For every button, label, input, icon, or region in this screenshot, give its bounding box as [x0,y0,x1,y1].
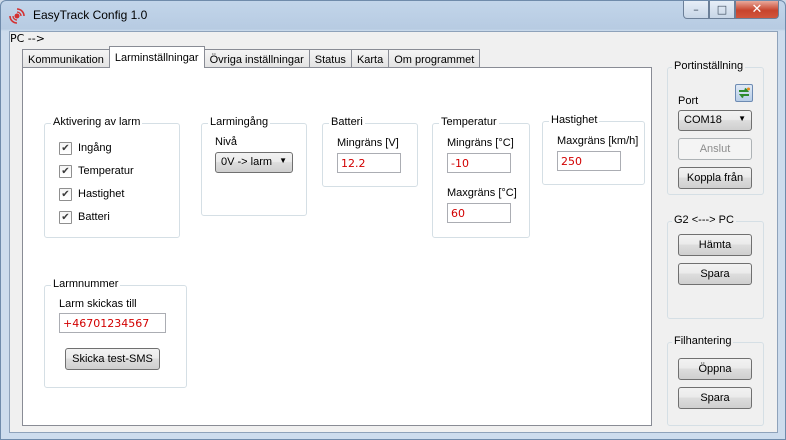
level-select-value: 0V -> larm [221,156,273,168]
alarm-sent-to-label: Larm skickas till [59,298,137,310]
temperature-max-input[interactable]: 60 [447,203,511,223]
checkbox-hastighet[interactable]: ✔ [59,188,72,201]
refresh-arrows-icon [738,87,750,99]
tab-larminstallningar[interactable]: Larminställningar [108,46,205,68]
checkbox-label[interactable]: Hastighet [78,188,124,200]
group-title: Larmnummer [51,278,121,290]
refresh-ports-icon[interactable] [735,84,753,102]
temperature-max-label: Maxgräns [°C] [447,187,517,199]
group-title: Batteri [329,116,365,128]
tab-strip: Kommunikation Larminställningar Övriga i… [22,46,481,68]
level-select[interactable]: 0V -> larm ▼ [215,152,293,173]
speed-max-label: Maxgräns [km/h] [557,135,639,147]
connect-button[interactable]: Anslut [678,138,752,160]
phone-number-input[interactable]: +46701234567 [59,313,166,333]
group-title: Filhantering [672,335,734,347]
alarm-input-group: Larmingång Nivå 0V -> larm ▼ [201,116,307,216]
tab-status[interactable]: Status [308,49,352,68]
battery-min-label: Mingräns [V] [337,137,399,149]
group-title: Larmingång [208,116,271,128]
group-title: G2 <---> PC [672,214,736,226]
temperature-min-label: Mingräns [°C] [447,137,514,149]
chevron-down-icon: ▼ [738,114,746,123]
caption-buttons: – □ ✕ [683,1,779,21]
save-to-device-button[interactable]: Spara [678,263,752,285]
tab-karta[interactable]: Karta [350,49,390,68]
device-sync-group: G2 <---> PC Hämta Spara [667,214,764,319]
maximize-button[interactable]: □ [709,1,735,19]
temperature-group: Temperatur Mingräns [°C] -10 Maxgräns [°… [432,116,530,238]
port-label: Port [678,95,699,107]
client-area: Kommunikation Larminställningar Övriga i… [9,31,778,433]
close-button[interactable]: ✕ [735,1,779,19]
level-label: Nivå [215,136,238,148]
checkbox-ingang[interactable]: ✔ [59,142,72,155]
alarm-number-group: Larmnummer Larm skickas till +4670123456… [44,278,187,388]
speed-max-input[interactable]: 250 [557,151,621,171]
checkbox-label[interactable]: Ingång [78,142,112,154]
save-file-button[interactable]: Spara [678,387,752,409]
group-title: Temperatur [439,116,499,128]
port-settings-group: Portinställning Port COM18 ▼ Anslut Kopp… [667,60,764,195]
window-title: EasyTrack Config 1.0 [33,8,148,22]
battery-group: Batteri Mingräns [V] 12.2 [322,116,418,187]
minimize-button[interactable]: – [683,1,709,19]
alarm-activation-group: Aktivering av larm ✔ Ingång ✔ Temperatur… [44,116,180,238]
checkbox-label[interactable]: Temperatur [78,165,134,177]
file-handling-group: Filhantering Öppna Spara [667,335,764,426]
checkbox-label[interactable]: Batteri [78,211,110,223]
open-file-button[interactable]: Öppna [678,358,752,380]
checkbox-temperatur[interactable]: ✔ [59,165,72,178]
group-title: Aktivering av larm [51,116,143,128]
tab-ovriga-installningar[interactable]: Övriga inställningar [203,49,310,68]
alarm-settings-panel: Aktivering av larm ✔ Ingång ✔ Temperatur… [22,67,652,426]
fetch-button[interactable]: Hämta [678,234,752,256]
speed-group: Hastighet Maxgräns [km/h] 250 [542,114,645,185]
checkbox-batteri[interactable]: ✔ [59,211,72,224]
battery-min-input[interactable]: 12.2 [337,153,401,173]
temperature-min-input[interactable]: -10 [447,153,511,173]
app-window: EasyTrack Config 1.0 – □ ✕ Kommunikation… [0,0,786,440]
app-logo-icon [9,8,25,24]
group-title: Portinställning [672,60,746,72]
group-title: Hastighet [549,114,600,126]
tab-kommunikation[interactable]: Kommunikation [22,49,110,68]
tab-om-programmet[interactable]: Om programmet [388,49,481,68]
title-bar[interactable]: EasyTrack Config 1.0 – □ ✕ [1,1,785,31]
chevron-down-icon: ▼ [279,156,287,165]
send-test-sms-button[interactable]: Skicka test-SMS [65,348,160,370]
port-select-value: COM18 [684,114,722,126]
disconnect-button[interactable]: Koppla från [678,167,752,189]
port-select[interactable]: COM18 ▼ [678,110,752,131]
